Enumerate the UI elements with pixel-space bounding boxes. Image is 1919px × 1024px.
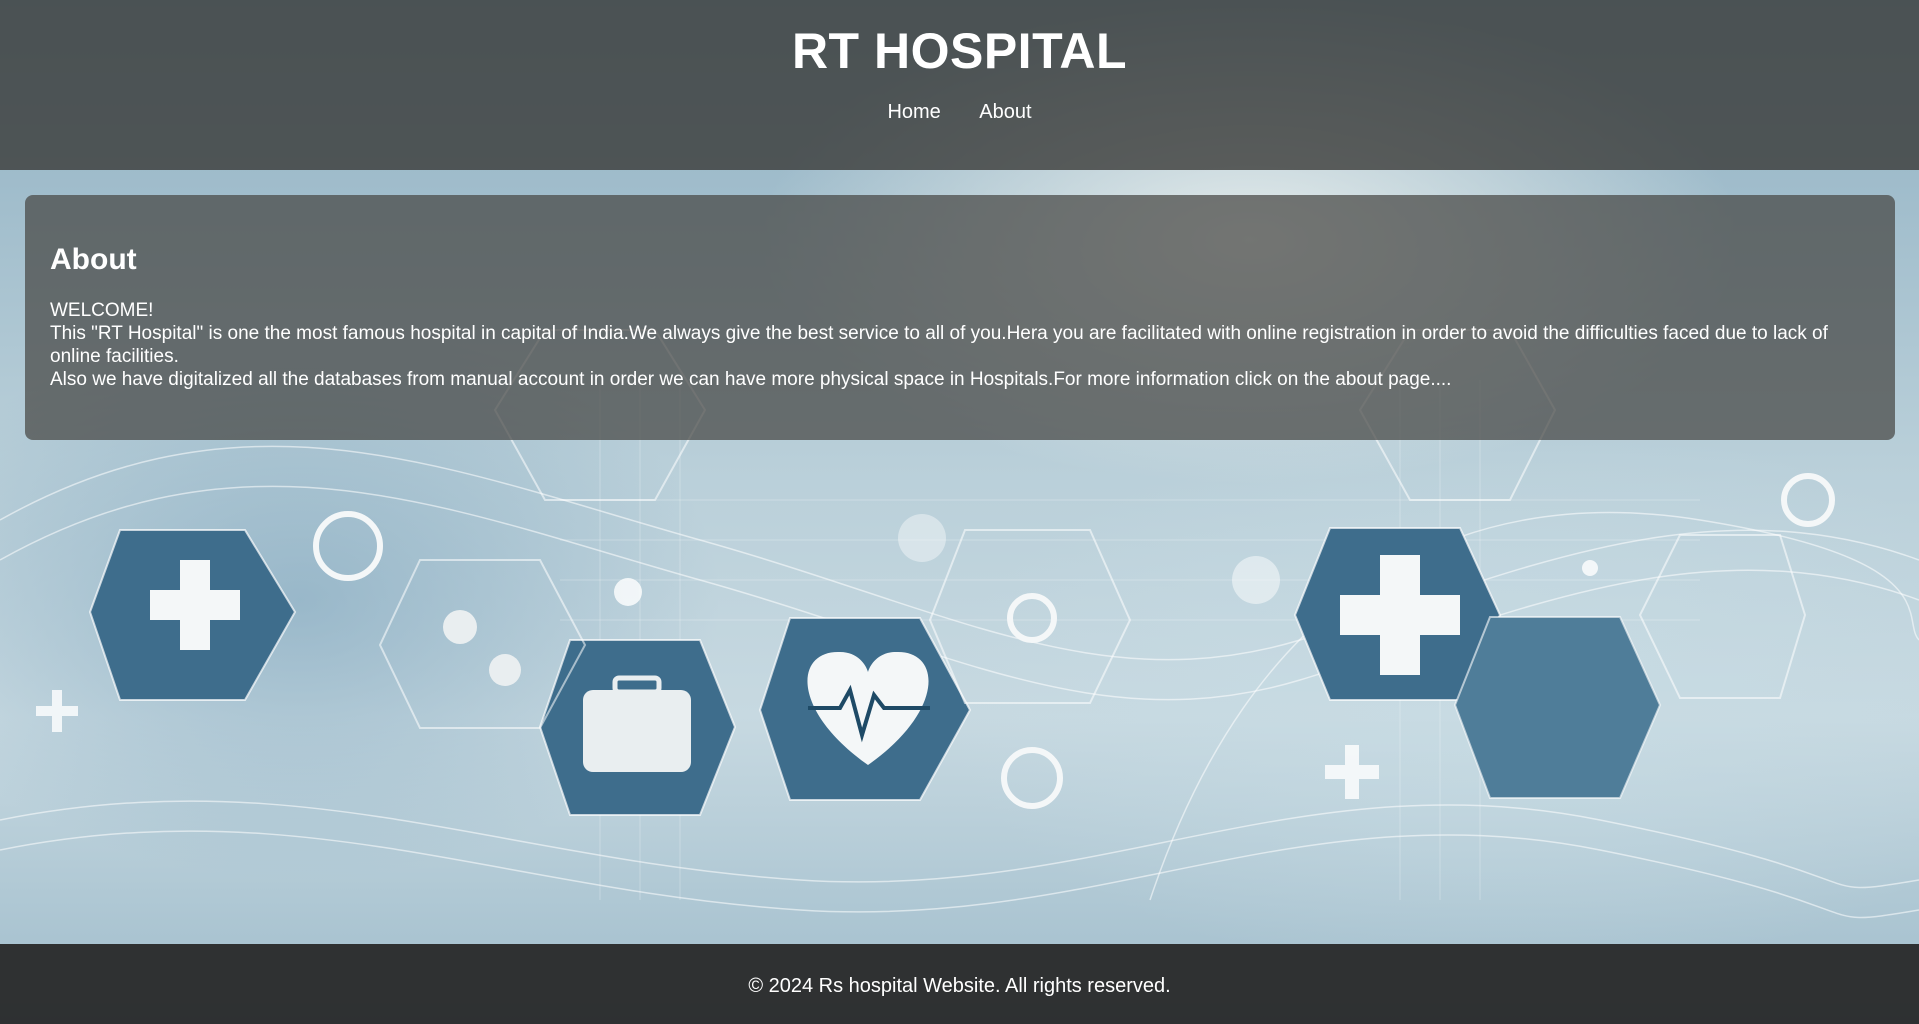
star-of-life-icon — [88, 529, 297, 701]
about-paragraph-1: This "RT Hospital" is one the most famou… — [50, 323, 1828, 367]
about-section: About WELCOME! This "RT Hospital" is one… — [25, 195, 1895, 440]
first-aid-kit-icon — [538, 639, 737, 816]
nav-home-link[interactable]: Home — [887, 101, 940, 123]
nav-about-link[interactable]: About — [979, 101, 1031, 123]
molecule-icon — [443, 610, 521, 686]
site-title: RT HOSPITAL — [791, 23, 1128, 79]
about-heading: About — [50, 243, 137, 276]
heartbeat-icon — [758, 617, 972, 801]
copyright-text: © 2024 Rs hospital Website. All rights r… — [748, 975, 1171, 997]
welcome-line: WELCOME! — [50, 300, 154, 321]
about-text: WELCOME! This "RT Hospital" is one the m… — [50, 299, 1870, 391]
main-nav: Home About — [0, 101, 1919, 124]
site-header: RT HOSPITAL Home About — [0, 0, 1919, 170]
site-footer: © 2024 Rs hospital Website. All rights r… — [0, 944, 1919, 1024]
about-paragraph-2: Also we have digitalized all the databas… — [50, 369, 1452, 390]
